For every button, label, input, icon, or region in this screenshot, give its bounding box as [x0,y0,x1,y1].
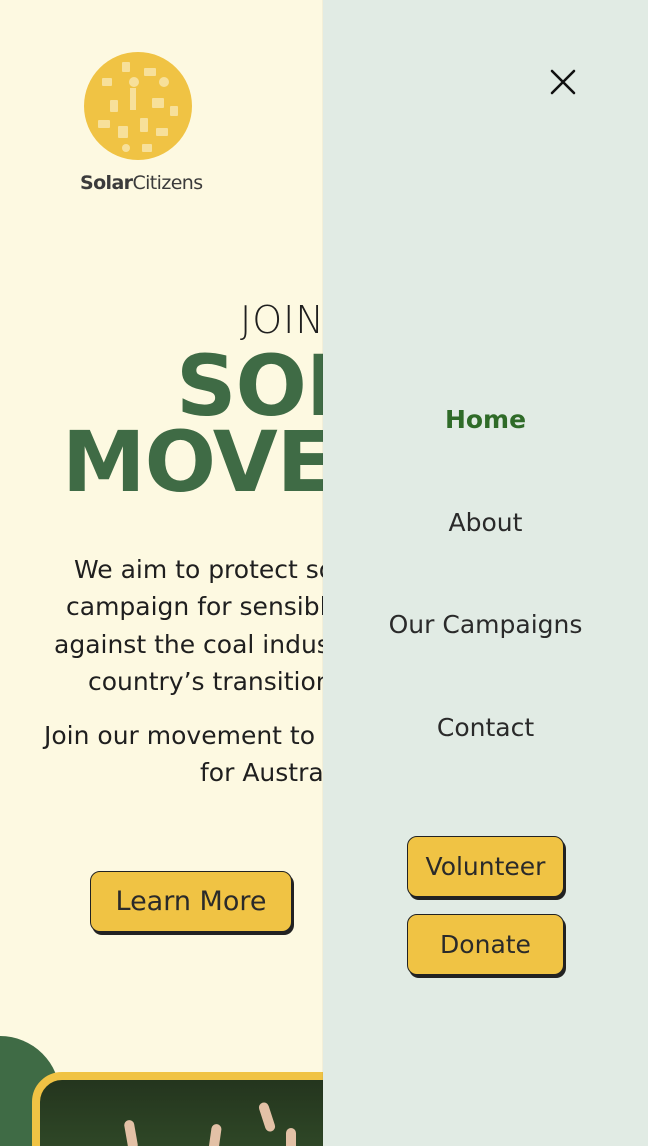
nav-item-contact[interactable]: Contact [323,713,648,742]
hero-paragraph-line: We aim to protect so [74,555,335,584]
nav-drawer: Home About Our Campaigns Contact Volunte… [323,0,648,1146]
hero-paragraph-line: for Australi [200,758,338,787]
solar-collage-logo-icon [84,52,192,160]
photo-hand [286,1128,296,1146]
hero-kicker: JOIN [240,298,325,342]
close-icon [550,69,576,95]
photo-hand [257,1101,277,1133]
learn-more-button[interactable]: Learn More [90,871,292,932]
nav-item-about[interactable]: About [323,508,648,537]
photo-hand [123,1119,139,1146]
hero-paragraph-line: Join our movement to cr [44,721,347,750]
logo-wordmark: SolarCitizens [80,172,203,194]
close-menu-button[interactable] [547,66,579,98]
logo-text-regular: Citizens [132,172,203,194]
hero-paragraph-line: against the coal industr [54,630,350,659]
hero-photo [32,1072,372,1146]
nav-item-home[interactable]: Home [323,405,648,434]
hero-headline-line2: MOVE [62,413,334,511]
nav-item-our-campaigns[interactable]: Our Campaigns [323,610,648,639]
volunteer-button[interactable]: Volunteer [407,836,564,897]
photo-hand [207,1123,223,1146]
page: SolarCitizens JOIN SOL MOVE We aim to pr… [0,0,648,1146]
hero-paragraph-line: campaign for sensible [66,592,342,621]
solar-citizens-logo[interactable]: SolarCitizens [78,48,206,198]
logo-text-bold: Solar [80,172,133,194]
donate-button[interactable]: Donate [407,914,564,975]
